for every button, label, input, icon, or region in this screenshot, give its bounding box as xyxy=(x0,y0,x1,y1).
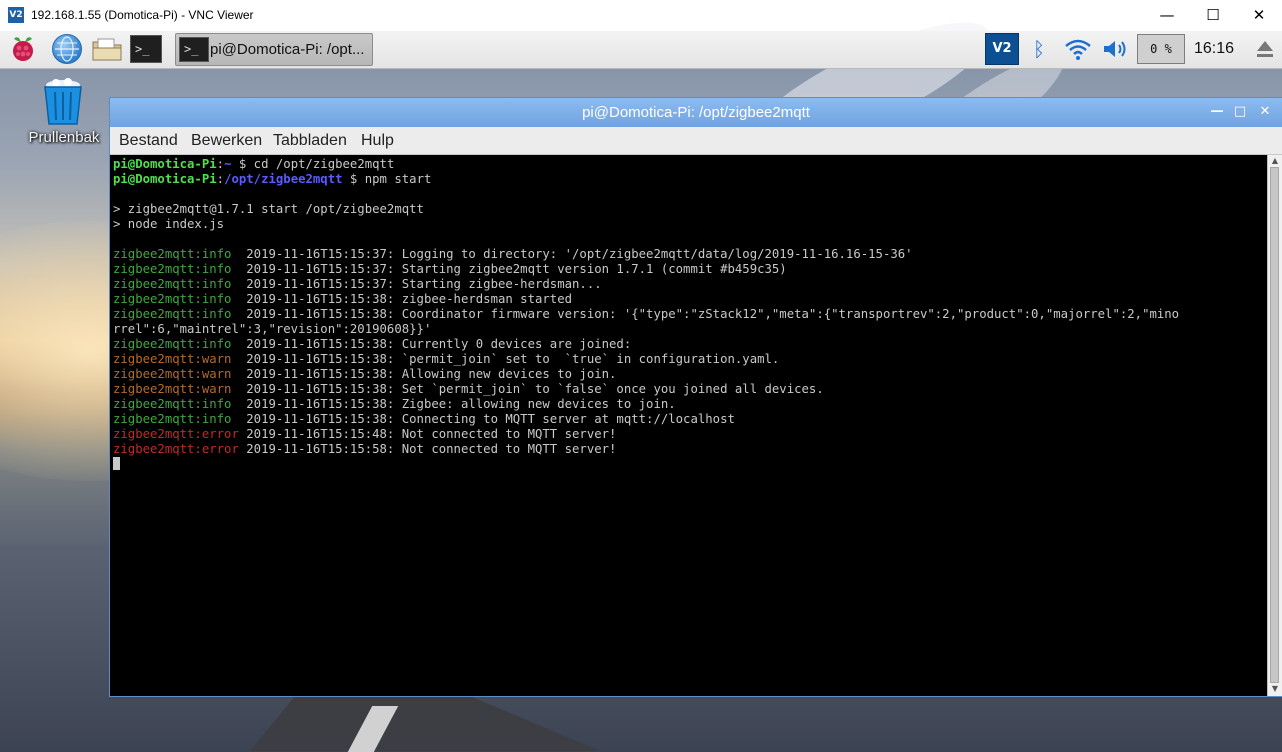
terminal-icon[interactable]: >_ xyxy=(130,35,162,63)
terminal-icon: >_ xyxy=(179,37,209,62)
terminal-segment: > zigbee2mqtt@1.7.1 start /opt/zigbee2mq… xyxy=(113,202,424,216)
terminal-line: zigbee2mqtt:info 2019-11-16T15:15:37: St… xyxy=(113,262,1179,277)
menu-tabbladen[interactable]: Tabbladen xyxy=(273,132,347,150)
terminal-segment: zigbee2mqtt:info xyxy=(113,277,239,291)
terminal-segment: 2019-11-16T15:15:38: Allowing new device… xyxy=(238,367,617,381)
terminal-line: zigbee2mqtt:info 2019-11-16T15:15:38: Zi… xyxy=(113,397,1179,412)
terminal-segment: zigbee2mqtt:warn xyxy=(113,382,239,396)
vnc-title-bar: V2 192.168.1.55 (Domotica-Pi) - VNC View… xyxy=(0,0,1282,32)
terminal-line: zigbee2mqtt:info 2019-11-16T15:15:37: St… xyxy=(113,277,1179,292)
bluetooth-icon[interactable]: ᛒ xyxy=(1030,35,1048,63)
terminal-title: pi@Domotica-Pi: /opt/zigbee2mqtt xyxy=(582,104,810,121)
raspberry-icon[interactable] xyxy=(8,34,38,64)
terminal-segment: 2019-11-16T15:15:38: Zigbee: allowing ne… xyxy=(238,397,676,411)
eject-icon[interactable] xyxy=(1256,38,1274,60)
terminal-segment: 2019-11-16T15:15:38: Set `permit_join` t… xyxy=(238,382,824,396)
close-button[interactable]: ✕ xyxy=(1236,0,1282,31)
terminal-line: zigbee2mqtt:info 2019-11-16T15:15:38: zi… xyxy=(113,292,1179,307)
menu-bewerken[interactable]: Bewerken xyxy=(191,132,262,150)
terminal-line: zigbee2mqtt:info 2019-11-16T15:15:38: Co… xyxy=(113,412,1179,427)
terminal-line: > zigbee2mqtt@1.7.1 start /opt/zigbee2mq… xyxy=(113,202,1179,217)
terminal-segment: > node index.js xyxy=(113,217,225,231)
terminal-line: zigbee2mqtt:info 2019-11-16T15:15:37: Lo… xyxy=(113,247,1179,262)
terminal-segment: rrel":6,"maintrel":3,"revision":20190608… xyxy=(113,322,432,336)
terminal-line: rrel":6,"maintrel":3,"revision":20190608… xyxy=(113,322,1179,337)
terminal-segment: zigbee2mqtt:error xyxy=(113,442,239,456)
trash-icon[interactable] xyxy=(40,78,86,126)
terminal-segment: : xyxy=(216,157,225,171)
vnc-app-icon: V2 xyxy=(8,7,24,23)
terminal-menu-bar: Bestand Bewerken Tabbladen Hulp xyxy=(110,127,1282,155)
trash-label[interactable]: Prullenbak xyxy=(22,129,106,146)
terminal-close-button[interactable]: ✕ xyxy=(1255,102,1275,122)
scroll-up-arrow-icon[interactable]: ▲ xyxy=(1270,157,1280,165)
terminal-segment: 2019-11-16T15:15:38: zigbee-herdsman sta… xyxy=(238,292,573,306)
terminal-segment: /opt/zigbee2mqtt xyxy=(224,172,343,186)
terminal-segment: 2019-11-16T15:15:38: Currently 0 devices… xyxy=(238,337,632,351)
terminal-text: pi@Domotica-Pi:~ $ cd /opt/zigbee2mqtt pi… xyxy=(113,157,1179,472)
file-manager-icon[interactable] xyxy=(91,36,123,62)
terminal-segment: 2019-11-16T15:15:38: Coordinator firmwar… xyxy=(238,307,1180,321)
terminal-segment: 2019-11-16T15:15:48: Not connected to MQ… xyxy=(238,427,617,441)
terminal-segment: 2019-11-16T15:15:37: Starting zigbee-her… xyxy=(238,277,602,291)
terminal-segment: 2019-11-16T15:15:37: Starting zigbee2mqt… xyxy=(238,262,787,276)
terminal-segment: zigbee2mqtt:warn xyxy=(113,367,239,381)
terminal-line: zigbee2mqtt:warn 2019-11-16T15:15:38: Al… xyxy=(113,367,1179,382)
terminal-segment: zigbee2mqtt:info xyxy=(113,247,239,261)
terminal-segment: zigbee2mqtt:info xyxy=(113,262,239,276)
vnc-window-title: 192.168.1.55 (Domotica-Pi) - VNC Viewer xyxy=(31,8,254,22)
terminal-title-bar[interactable]: pi@Domotica-Pi: /opt/zigbee2mqtt — □ ✕ xyxy=(110,98,1282,127)
terminal-output[interactable]: pi@Domotica-Pi:~ $ cd /opt/zigbee2mqtt pi… xyxy=(110,155,1266,696)
terminal-line: zigbee2mqtt:info 2019-11-16T15:15:38: Co… xyxy=(113,307,1179,322)
terminal-line: pi@Domotica-Pi:/opt/zigbee2mqtt $ npm st… xyxy=(113,172,1179,187)
terminal-line: zigbee2mqtt:error 2019-11-16T15:15:58: N… xyxy=(113,442,1179,457)
menu-hulp[interactable]: Hulp xyxy=(361,132,394,150)
scroll-down-arrow-icon[interactable]: ▼ xyxy=(1270,685,1280,693)
wifi-icon[interactable] xyxy=(1064,37,1092,61)
taskbar-panel: >_ >_ pi@Domotica-Pi: /opt... V2 ᛒ 0 % 1… xyxy=(0,31,1282,69)
maximize-button[interactable]: ☐ xyxy=(1190,0,1236,31)
terminal-window: pi@Domotica-Pi: /opt/zigbee2mqtt — □ ✕ B… xyxy=(110,98,1282,696)
vnc-server-icon[interactable]: V2 xyxy=(985,33,1019,65)
terminal-cursor xyxy=(113,457,120,470)
volume-icon[interactable] xyxy=(1101,37,1131,61)
terminal-segment: pi@Domotica-Pi xyxy=(113,172,217,186)
terminal-segment: zigbee2mqtt:info xyxy=(113,292,239,306)
terminal-segment: 2019-11-16T15:15:37: Logging to director… xyxy=(238,247,913,261)
terminal-segment: : xyxy=(216,172,225,186)
terminal-line: > node index.js xyxy=(113,217,1179,232)
terminal-line: zigbee2mqtt:warn 2019-11-16T15:15:38: `p… xyxy=(113,352,1179,367)
terminal-segment: 2019-11-16T15:15:58: Not connected to MQ… xyxy=(238,442,617,456)
terminal-minimize-button[interactable]: — xyxy=(1207,102,1227,122)
terminal-segment: zigbee2mqtt:info xyxy=(113,337,239,351)
terminal-segment: zigbee2mqtt:error xyxy=(113,427,239,441)
terminal-line: pi@Domotica-Pi:~ $ cd /opt/zigbee2mqtt xyxy=(113,157,1179,172)
taskbar-button-label: pi@Domotica-Pi: /opt... xyxy=(210,41,365,58)
web-browser-icon[interactable] xyxy=(52,34,82,64)
terminal-segment: zigbee2mqtt:info xyxy=(113,307,239,321)
scrollbar-thumb[interactable] xyxy=(1270,167,1279,683)
terminal-scrollbar[interactable]: ▲ ▼ xyxy=(1267,155,1282,696)
terminal-segment: 2019-11-16T15:15:38: `permit_join` set t… xyxy=(238,352,780,366)
minimize-button[interactable]: — xyxy=(1144,0,1190,31)
terminal-line: zigbee2mqtt:warn 2019-11-16T15:15:38: Se… xyxy=(113,382,1179,397)
menu-bestand[interactable]: Bestand xyxy=(119,132,178,150)
terminal-cursor-line xyxy=(113,457,1179,472)
taskbar-terminal-button[interactable]: >_ pi@Domotica-Pi: /opt... xyxy=(175,33,373,66)
terminal-segment: zigbee2mqtt:info xyxy=(113,412,239,426)
terminal-segment: 2019-11-16T15:15:38: Connecting to MQTT … xyxy=(238,412,735,426)
terminal-segment: pi@Domotica-Pi xyxy=(113,157,217,171)
terminal-segment: zigbee2mqtt:info xyxy=(113,397,239,411)
terminal-maximize-button[interactable]: □ xyxy=(1230,102,1250,122)
clock[interactable]: 16:16 xyxy=(1194,40,1234,58)
terminal-line: zigbee2mqtt:info 2019-11-16T15:15:38: Cu… xyxy=(113,337,1179,352)
cpu-usage-monitor[interactable]: 0 % xyxy=(1137,34,1185,64)
terminal-segment: zigbee2mqtt:warn xyxy=(113,352,239,366)
terminal-line: zigbee2mqtt:error 2019-11-16T15:15:48: N… xyxy=(113,427,1179,442)
terminal-segment: $ cd /opt/zigbee2mqtt xyxy=(231,157,395,171)
terminal-segment: $ npm start xyxy=(342,172,432,186)
